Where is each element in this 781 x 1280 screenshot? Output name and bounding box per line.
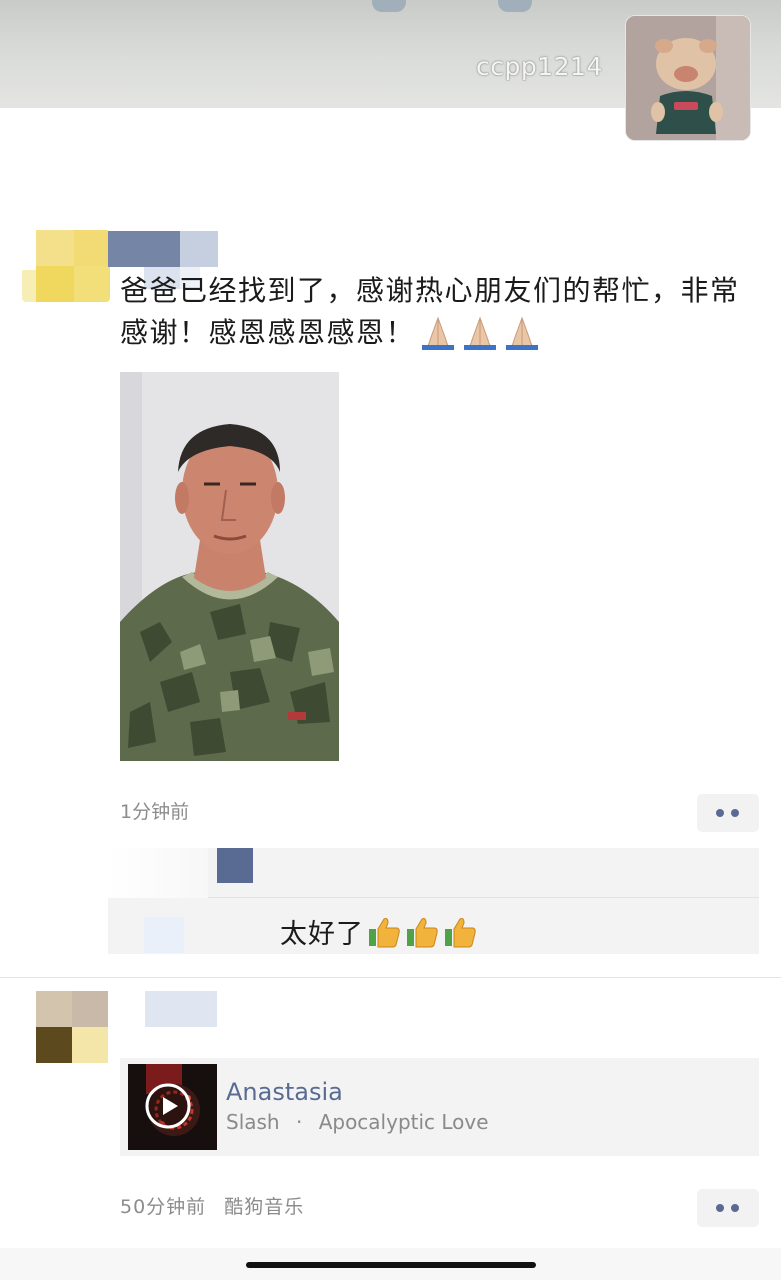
liker-name-blurred[interactable] [217,848,253,883]
separator: · [295,1110,303,1134]
likes-blurred [108,848,208,898]
comment-text: 太好了 [280,919,364,950]
thumbs-up-icon [445,917,476,947]
post-photo[interactable] [120,372,339,761]
likes-row [108,848,759,898]
post-timestamp: 50分钟前 [120,1196,207,1218]
song-meta: Slash · Apocalyptic Love [226,1110,489,1134]
post-source[interactable]: 酷狗音乐 [224,1196,304,1218]
thumbs-up-icon [369,917,400,947]
song-artist: Slash [226,1110,280,1134]
avatar[interactable] [36,991,108,1063]
username-blurred[interactable] [145,991,217,1027]
dot-icon [716,1204,724,1212]
post-timestamp: 1分钟前 [120,801,190,823]
post-text: 爸爸已经找到了，感谢热心朋友们的帮忙，非常感谢！感恩感恩感恩！ [120,270,740,354]
profile-username: ccpp1214 [476,52,603,81]
more-options-button[interactable] [697,794,759,832]
avatar[interactable] [22,230,110,302]
emoji-group [417,316,543,350]
cover-detail [372,0,406,12]
more-options-button[interactable] [697,1189,759,1227]
play-icon[interactable] [144,1082,192,1130]
thumbs-up-icon [407,917,438,947]
comment-area: 太好了 [108,848,759,954]
home-indicator[interactable] [246,1262,536,1268]
cover-detail [498,0,532,12]
dot-icon [731,809,739,817]
dot-icon [716,809,724,817]
commenter-name-blurred[interactable] [144,917,184,953]
profile-avatar[interactable] [625,15,751,141]
dot-icon [731,1204,739,1212]
folded-hands-icon [422,316,455,350]
folded-hands-icon [464,316,497,350]
music-card[interactable]: Anastasia Slash · Apocalyptic Love [120,1058,759,1156]
post-meta: 50分钟前 酷狗音乐 [120,1192,304,1219]
song-title: Anastasia [226,1078,343,1106]
post-divider [0,977,781,978]
song-album: Apocalyptic Love [318,1110,489,1134]
comment[interactable]: 太好了 [280,912,478,951]
folded-hands-icon [506,316,539,350]
